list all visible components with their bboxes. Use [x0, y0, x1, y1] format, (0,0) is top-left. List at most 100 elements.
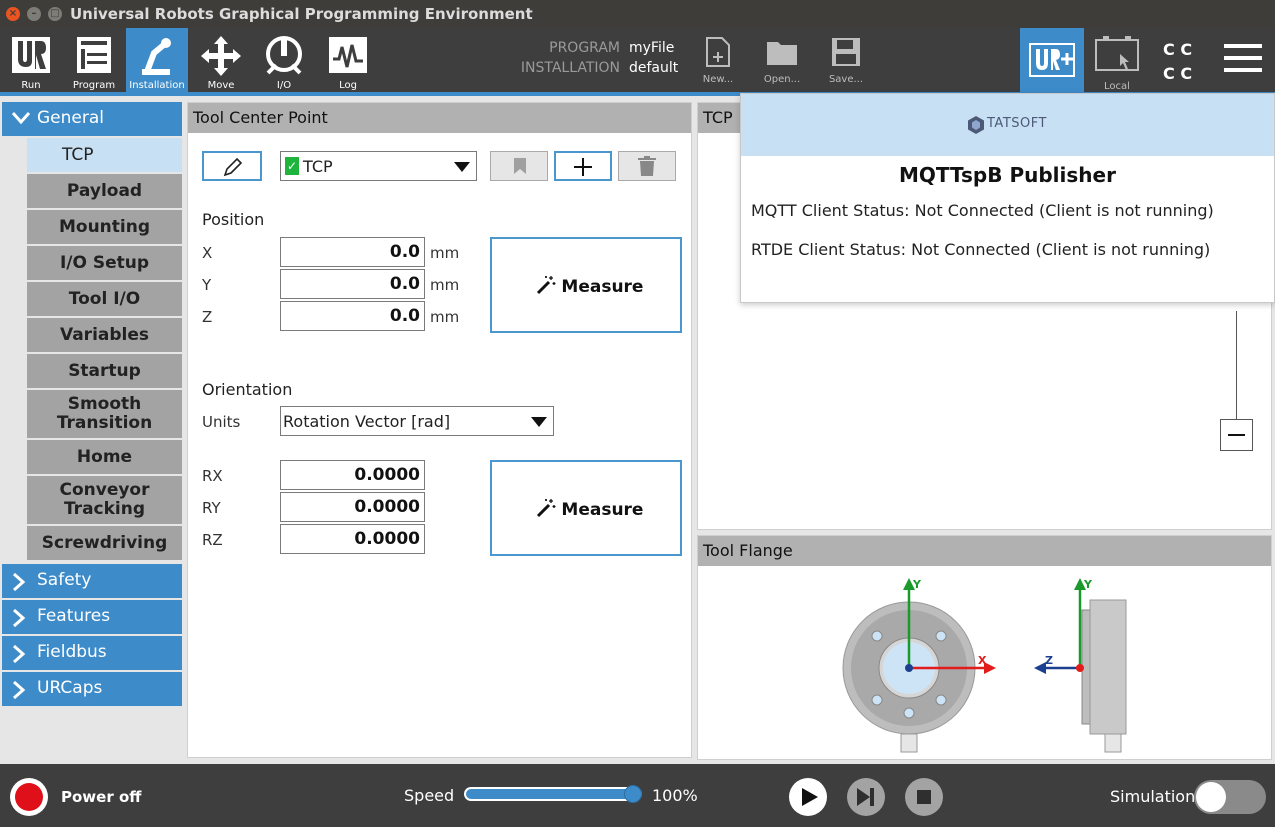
x-label: X [202, 244, 213, 262]
save-file-button[interactable]: Save... [826, 34, 866, 90]
nav-category-urcaps[interactable]: URCaps [2, 672, 182, 706]
program-label: PROGRAM [549, 40, 620, 56]
nav-item-variables[interactable]: Variables [27, 318, 182, 352]
nav-item-label: Smooth Transition [56, 394, 153, 433]
popup-brand: TATSOFT [987, 116, 1047, 131]
rz-input[interactable]: 0.0000 [280, 524, 425, 554]
speed-slider-fill [466, 789, 633, 799]
nav-category-fieldbus[interactable]: Fieldbus [2, 636, 182, 670]
step-forward-icon [857, 788, 874, 806]
z-input[interactable]: 0.0 [280, 301, 425, 331]
magic-wand-icon [536, 276, 556, 295]
tool-flange-panel: Tool Flange Y X Y Z [697, 535, 1272, 760]
front-x-axis-label: X [978, 654, 987, 667]
hamburger-menu-icon [1224, 44, 1262, 72]
nav-item-home[interactable]: Home [27, 440, 182, 474]
power-status-label: Power off [61, 788, 142, 806]
simulation-toggle[interactable] [1194, 780, 1266, 814]
popup-title: MQTTspB Publisher [899, 163, 1116, 187]
step-button[interactable] [847, 778, 885, 816]
local-control-button[interactable]: Local [1092, 34, 1142, 92]
nav-item-mounting[interactable]: Mounting [27, 210, 182, 244]
tool-flange-title: Tool Flange [703, 541, 793, 560]
installation-label: INSTALLATION [520, 60, 620, 76]
delete-tcp-button[interactable] [618, 151, 676, 181]
maximize-window-icon[interactable]: □ [48, 7, 62, 21]
nav-category-safety[interactable]: Safety [2, 564, 182, 598]
x-input[interactable]: 0.0 [280, 237, 425, 267]
bookmark-icon [514, 158, 526, 174]
tcp-select-value: TCP [303, 157, 333, 176]
add-tcp-button[interactable] [554, 151, 612, 181]
local-label: Local [1104, 81, 1130, 92]
speed-label: Speed [404, 786, 455, 805]
y-label: Y [202, 276, 212, 294]
nav-item-startup[interactable]: Startup [27, 354, 182, 388]
chevron-down-icon [12, 112, 30, 125]
nav-item-io-setup[interactable]: I/O Setup [27, 246, 182, 280]
installation-icon [142, 38, 171, 75]
nav-item-tcp[interactable]: TCP [27, 138, 182, 172]
tab-log[interactable]: Log [317, 28, 379, 92]
tab-run[interactable]: Run [0, 28, 62, 92]
open-file-button[interactable]: Open... [762, 34, 802, 90]
speed-value: 100% [652, 786, 698, 805]
tab-installation-label: Installation [129, 80, 185, 91]
minimize-window-icon[interactable]: – [27, 7, 41, 21]
close-window-icon[interactable]: × [6, 7, 20, 21]
open-folder-icon [767, 42, 797, 65]
nav-item-tool-io[interactable]: Tool I/O [27, 282, 182, 316]
program-icon [77, 37, 111, 73]
units-select-value: Rotation Vector [rad] [283, 412, 451, 431]
rename-tcp-button[interactable] [202, 151, 262, 181]
tcp-view-title: TCP [703, 108, 733, 127]
measure-orientation-label: Measure [561, 500, 644, 520]
nav-category-urcaps-label: URCaps [37, 678, 103, 698]
rx-input[interactable]: 0.0000 [280, 460, 425, 490]
side-z-axis-label: Z [1045, 654, 1053, 667]
tool-flange-header: Tool Flange [698, 536, 1271, 566]
nav-category-general[interactable]: General [2, 102, 182, 136]
measure-orientation-button[interactable]: Measure [490, 460, 682, 556]
tcp-panel-header: Tool Center Point [188, 103, 691, 133]
measure-position-button[interactable]: Measure [490, 237, 682, 333]
menu-button[interactable] [1224, 42, 1264, 78]
tab-io[interactable]: I/O [253, 28, 315, 92]
nav-item-screwdriving[interactable]: Screwdriving [27, 526, 182, 560]
zoom-slider-track[interactable] [1236, 311, 1237, 419]
units-select[interactable]: Rotation Vector [rad] [280, 406, 554, 436]
position-title: Position [202, 210, 265, 229]
speed-slider-thumb[interactable] [624, 785, 642, 803]
bottom-bar: Power off Speed 100% Simulation [0, 764, 1275, 827]
stop-button[interactable] [905, 778, 943, 816]
ry-input[interactable]: 0.0000 [280, 492, 425, 522]
tcp-select[interactable]: ✓ TCP [280, 151, 477, 181]
y-input[interactable]: 0.0 [280, 269, 425, 299]
tcp-panel-title: Tool Center Point [193, 108, 328, 127]
nav-item-label: Payload [66, 181, 143, 201]
urcaps-button[interactable] [1020, 28, 1084, 92]
nav-item-label: Conveyor Tracking [59, 480, 150, 519]
nav-category-features[interactable]: Features [2, 600, 182, 634]
ur-plus-icon [1029, 43, 1075, 77]
speed-slider[interactable] [464, 785, 642, 803]
tab-program[interactable]: Program [63, 28, 125, 92]
set-default-tcp-button[interactable] [490, 151, 548, 181]
tab-move[interactable]: Move [190, 28, 252, 92]
tatsoft-logo-icon [968, 116, 984, 134]
chevron-right-icon [13, 645, 26, 663]
nav-item-payload[interactable]: Payload [27, 174, 182, 208]
chevron-right-icon [13, 681, 26, 699]
tab-installation[interactable]: Installation [126, 28, 188, 92]
mqtt-status-text: MQTT Client Status: Not Connected (Clien… [751, 201, 1214, 220]
nav-item-conveyor-tracking[interactable]: Conveyor Tracking [27, 476, 182, 524]
orientation-title: Orientation [202, 380, 293, 399]
nav-item-smooth-transition[interactable]: Smooth Transition [27, 390, 182, 438]
stop-icon [917, 790, 931, 804]
simulation-toggle-knob [1196, 782, 1226, 812]
new-file-button[interactable]: New... [698, 34, 738, 90]
cc-indicator-bottom: C C [1163, 64, 1193, 83]
zoom-out-button[interactable] [1220, 419, 1253, 451]
play-button[interactable] [789, 778, 827, 816]
power-button[interactable] [10, 778, 48, 816]
